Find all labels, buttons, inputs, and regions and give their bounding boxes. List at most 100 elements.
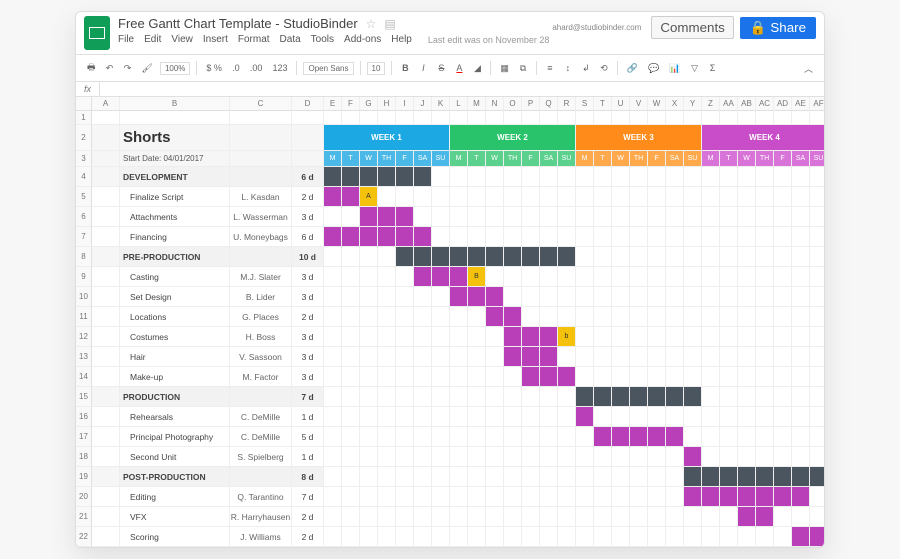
strike-icon[interactable]: S — [434, 61, 448, 75]
column-header[interactable]: R — [558, 97, 576, 111]
gantt-cell[interactable] — [792, 487, 810, 507]
gantt-cell[interactable] — [414, 527, 432, 547]
gantt-cell[interactable] — [342, 307, 360, 327]
day-header[interactable]: F — [648, 151, 666, 167]
gantt-cell[interactable] — [558, 487, 576, 507]
day-header[interactable]: W — [486, 151, 504, 167]
task-name[interactable]: Locations — [120, 307, 230, 327]
gantt-cell[interactable] — [342, 287, 360, 307]
gantt-cell[interactable] — [414, 111, 432, 125]
cell[interactable] — [92, 111, 120, 125]
row-header[interactable]: 3 — [76, 151, 92, 167]
zoom-select[interactable]: 100% — [160, 62, 190, 75]
cell[interactable] — [92, 507, 120, 527]
gantt-cell[interactable] — [468, 307, 486, 327]
cell[interactable] — [92, 347, 120, 367]
gantt-cell[interactable] — [666, 247, 684, 267]
task-duration[interactable]: 1 d — [292, 447, 324, 467]
gantt-cell[interactable] — [540, 447, 558, 467]
gantt-cell[interactable] — [342, 267, 360, 287]
gantt-cell[interactable] — [522, 507, 540, 527]
task-name[interactable]: Scoring — [120, 527, 230, 547]
formula-input[interactable] — [100, 82, 824, 96]
gantt-cell[interactable] — [810, 307, 825, 327]
gantt-cell[interactable] — [342, 327, 360, 347]
menu-help[interactable]: Help — [391, 34, 412, 45]
phase-name[interactable]: POST-PRODUCTION — [120, 467, 230, 487]
column-header[interactable]: G — [360, 97, 378, 111]
gantt-cell[interactable] — [630, 307, 648, 327]
gantt-cell[interactable] — [666, 287, 684, 307]
gantt-cell[interactable] — [756, 467, 774, 487]
gantt-cell[interactable] — [792, 307, 810, 327]
gantt-cell[interactable] — [486, 407, 504, 427]
gantt-cell[interactable] — [468, 487, 486, 507]
task-duration[interactable]: 3 d — [292, 267, 324, 287]
menu-view[interactable]: View — [171, 34, 193, 45]
gantt-cell[interactable] — [504, 247, 522, 267]
gantt-cell[interactable] — [774, 307, 792, 327]
gantt-cell[interactable] — [666, 367, 684, 387]
gantt-cell[interactable] — [666, 207, 684, 227]
cell[interactable] — [92, 151, 120, 167]
wrap-icon[interactable]: ↲ — [579, 61, 593, 76]
gantt-cell[interactable] — [504, 307, 522, 327]
document-title[interactable]: Free Gantt Chart Template - StudioBinder — [118, 16, 358, 31]
gantt-cell[interactable] — [720, 227, 738, 247]
gantt-cell[interactable] — [756, 327, 774, 347]
gantt-cell[interactable] — [378, 167, 396, 187]
gantt-cell[interactable] — [414, 207, 432, 227]
gantt-cell[interactable] — [630, 367, 648, 387]
task-duration[interactable]: 1 d — [292, 407, 324, 427]
gantt-cell[interactable] — [540, 487, 558, 507]
phase-name[interactable]: PRODUCTION — [120, 387, 230, 407]
gantt-cell[interactable] — [792, 287, 810, 307]
task-owner[interactable]: J. Williams — [230, 527, 292, 547]
gantt-cell[interactable] — [684, 487, 702, 507]
cell[interactable] — [92, 447, 120, 467]
row-header[interactable]: 6 — [76, 207, 92, 227]
gantt-cell[interactable] — [792, 327, 810, 347]
column-header[interactable]: Q — [540, 97, 558, 111]
cell[interactable] — [92, 287, 120, 307]
gantt-cell[interactable] — [738, 447, 756, 467]
gantt-cell[interactable] — [594, 267, 612, 287]
day-header[interactable]: SU — [684, 151, 702, 167]
gantt-cell[interactable] — [540, 227, 558, 247]
cell[interactable] — [92, 367, 120, 387]
gantt-cell[interactable] — [378, 187, 396, 207]
gantt-cell[interactable] — [576, 347, 594, 367]
gantt-cell[interactable] — [486, 387, 504, 407]
gantt-cell[interactable] — [684, 407, 702, 427]
gantt-cell[interactable] — [666, 327, 684, 347]
share-button[interactable]: 🔒 Share — [740, 17, 816, 39]
gantt-cell[interactable] — [486, 447, 504, 467]
row-header[interactable]: 13 — [76, 347, 92, 367]
gantt-cell[interactable] — [612, 427, 630, 447]
gantt-cell[interactable] — [648, 207, 666, 227]
gantt-cell[interactable] — [648, 307, 666, 327]
gantt-cell[interactable] — [486, 207, 504, 227]
gantt-cell[interactable] — [666, 507, 684, 527]
gantt-cell[interactable] — [792, 467, 810, 487]
gantt-cell[interactable] — [702, 227, 720, 247]
gantt-cell[interactable] — [468, 227, 486, 247]
gantt-cell[interactable] — [576, 427, 594, 447]
cell[interactable] — [230, 467, 292, 487]
gantt-cell[interactable] — [468, 167, 486, 187]
chevron-up-icon[interactable]: ︿ — [801, 60, 816, 77]
gantt-cell[interactable] — [810, 407, 825, 427]
gantt-cell[interactable] — [630, 167, 648, 187]
row-header[interactable]: 8 — [76, 247, 92, 267]
gantt-cell[interactable] — [324, 467, 342, 487]
gantt-cell[interactable] — [504, 167, 522, 187]
task-owner[interactable]: R. Harryhausen — [230, 507, 292, 527]
gantt-cell[interactable] — [432, 287, 450, 307]
gantt-cell[interactable] — [522, 527, 540, 547]
halign-icon[interactable]: ≡ — [543, 61, 557, 75]
gantt-cell[interactable] — [702, 347, 720, 367]
gantt-cell[interactable] — [738, 487, 756, 507]
gantt-cell[interactable] — [684, 527, 702, 547]
gantt-cell[interactable] — [810, 487, 825, 507]
task-name[interactable]: VFX — [120, 507, 230, 527]
